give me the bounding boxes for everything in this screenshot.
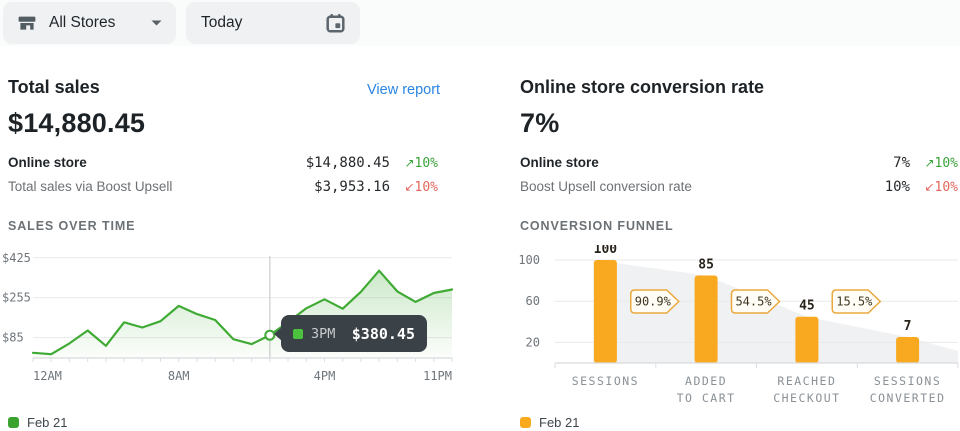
metric-delta: ↗10% xyxy=(390,156,438,171)
calendar-icon xyxy=(325,13,346,34)
metric-row-boost-upsell-conversion: Boost Upsell conversion rate 10% ↙10% xyxy=(520,179,958,197)
x-axis-label: 4PM xyxy=(314,369,336,382)
metric-value: $3,953.16 xyxy=(314,179,390,195)
trend-down-icon: ↙ xyxy=(924,180,934,194)
conversion-rate-title: Online store conversion rate xyxy=(520,77,764,98)
chart-tooltip: 3PM $380.45 xyxy=(281,315,427,352)
y-axis-label: $425 xyxy=(2,251,31,265)
funnel-legend: Feb 21 xyxy=(520,415,579,430)
top-filter-bar: All Stores Today xyxy=(0,0,960,46)
conversion-badge-value: 15.5% xyxy=(836,295,873,309)
trend-up-icon: ↗ xyxy=(924,156,934,170)
metric-label: Total sales via Boost Upsell xyxy=(8,179,314,194)
storefront-icon xyxy=(17,13,37,33)
metric-label: Online store xyxy=(8,155,306,170)
metric-delta: ↙10% xyxy=(390,180,438,195)
metric-delta: ↙10% xyxy=(910,180,958,195)
funnel-bar[interactable] xyxy=(896,337,919,363)
metric-value: $14,880.45 xyxy=(306,155,390,171)
date-range-button[interactable]: Today xyxy=(186,2,360,44)
trend-down-icon: ↙ xyxy=(404,180,414,194)
conversion-rate-value: 7% xyxy=(520,108,559,139)
trend-up-icon: ↗ xyxy=(404,156,414,170)
funnel-bar[interactable] xyxy=(594,260,617,363)
conversion-badge-value: 54.5% xyxy=(735,295,772,309)
funnel-bar[interactable] xyxy=(695,276,718,364)
delta-percent: 10% xyxy=(935,180,958,195)
y-axis-label: 60 xyxy=(526,294,540,308)
metric-value: 10% xyxy=(885,179,910,195)
chevron-down-icon xyxy=(151,20,162,26)
tooltip-time: 3PM xyxy=(311,326,335,342)
y-axis-label: 100 xyxy=(518,253,540,267)
bar-value-label: 7 xyxy=(904,319,912,334)
y-axis-label: 20 xyxy=(526,335,540,349)
conversion-funnel-chart[interactable]: 100 60 20 100 85 45 7 90.9% 54.5% 15.5% SESSIONS AD… xyxy=(512,245,960,410)
bar-value-label: 45 xyxy=(799,299,815,314)
total-sales-title: Total sales xyxy=(8,77,100,98)
metric-value: 7% xyxy=(893,155,910,171)
legend-label: Feb 21 xyxy=(539,415,579,430)
sales-over-time-heading: SALES OVER TIME xyxy=(8,219,135,233)
legend-swatch-green-icon xyxy=(8,417,19,428)
funnel-category-label: ADDED xyxy=(685,374,727,388)
funnel-category-label: SESSIONS xyxy=(572,374,639,388)
conversion-badge-value: 90.9% xyxy=(635,295,672,309)
funnel-category-label: CONVERTED xyxy=(870,391,946,405)
legend-label: Feb 21 xyxy=(27,415,67,430)
x-axis-label: 8AM xyxy=(168,369,190,382)
view-report-link[interactable]: View report xyxy=(367,82,440,98)
metric-label: Online store xyxy=(520,155,893,170)
date-range-label: Today xyxy=(201,14,242,32)
sales-legend: Feb 21 xyxy=(8,415,67,430)
funnel-category-label: TO CART xyxy=(677,391,736,405)
tooltip-value: $380.45 xyxy=(352,325,415,343)
y-axis-label: $255 xyxy=(2,291,31,305)
conversion-funnel-heading: CONVERSION FUNNEL xyxy=(520,219,674,233)
legend-swatch-orange-icon xyxy=(520,417,531,428)
funnel-bar[interactable] xyxy=(795,317,818,363)
delta-percent: 10% xyxy=(415,156,438,171)
metric-row-boost-upsell-sales: Total sales via Boost Upsell $3,953.16 ↙… xyxy=(8,179,438,197)
bar-value-label: 85 xyxy=(698,258,714,273)
series-swatch-icon xyxy=(293,329,303,339)
delta-percent: 10% xyxy=(935,156,958,171)
metric-delta: ↗10% xyxy=(910,156,958,171)
funnel-category-label: CHECKOUT xyxy=(773,391,840,405)
x-axis-label: 12AM xyxy=(33,369,62,382)
delta-percent: 10% xyxy=(415,180,438,195)
funnel-category-label: SESSIONS xyxy=(874,374,941,388)
hover-point xyxy=(265,331,274,340)
metric-label: Boost Upsell conversion rate xyxy=(520,179,885,194)
bar-value-label: 100 xyxy=(594,245,618,257)
metric-row-online-store-sales: Online store $14,880.45 ↗10% xyxy=(8,155,438,173)
y-axis-label: $85 xyxy=(2,331,24,345)
metric-row-online-store-conversion: Online store 7% ↗10% xyxy=(520,155,958,173)
total-sales-value: $14,880.45 xyxy=(8,108,145,139)
store-selector-button[interactable]: All Stores xyxy=(3,2,176,44)
funnel-category-label: REACHED xyxy=(777,374,836,388)
store-selector-label: All Stores xyxy=(49,14,115,32)
x-axis-label: 11PM xyxy=(423,369,452,382)
